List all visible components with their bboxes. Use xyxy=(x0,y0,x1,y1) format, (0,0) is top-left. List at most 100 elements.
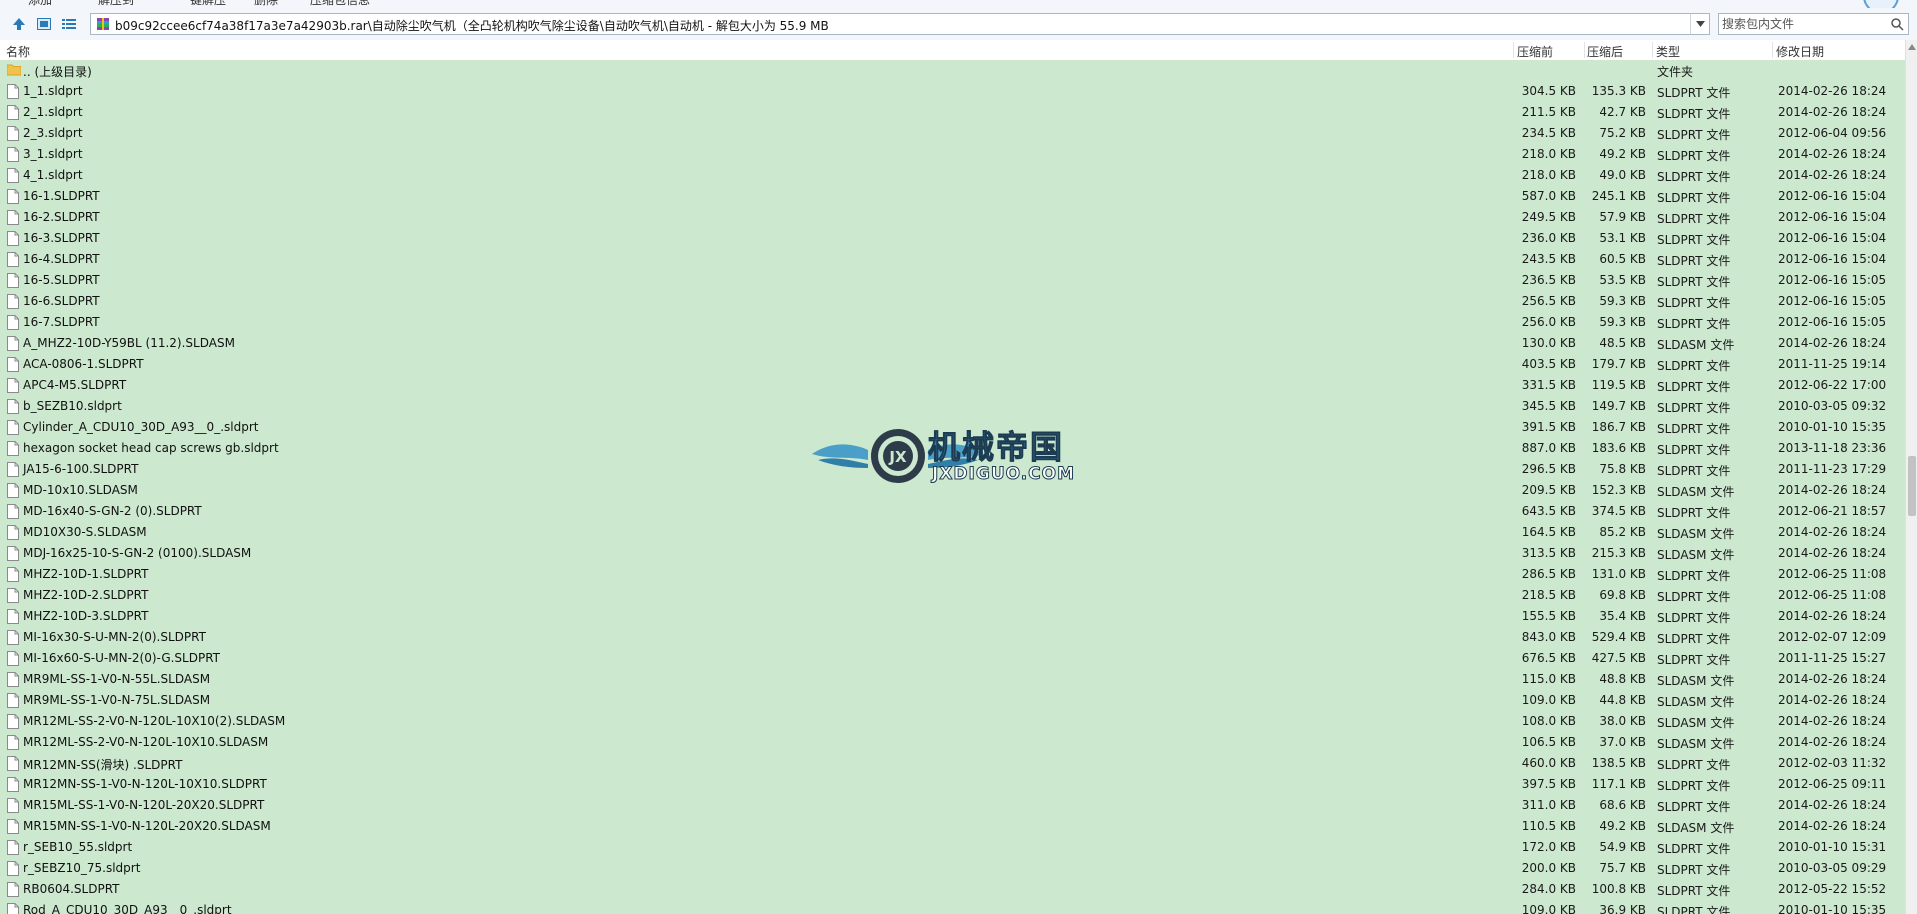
search-input[interactable] xyxy=(1722,16,1887,32)
packed-size: 249.5 KB xyxy=(1521,210,1576,224)
modified-date: 2014-02-26 18:24 xyxy=(1778,336,1887,350)
list-item[interactable]: A_MHZ2-10D-Y59BL (11.2).SLDASM 130.0 KB 48… xyxy=(0,333,1905,354)
file-type: SLDPRT 文件 xyxy=(1657,464,1731,478)
avatar[interactable] xyxy=(1863,0,1899,8)
compressed-size: 48.5 KB xyxy=(1599,336,1646,350)
modified-date: 2014-02-26 18:24 xyxy=(1778,105,1887,119)
search-icon[interactable] xyxy=(1890,17,1904,31)
toolbar-archive-info-button[interactable]: 压缩包信息 xyxy=(310,0,370,8)
address-bar[interactable]: b09c92ccee6cf74a38f17a3e7a42903b.rar\自动除… xyxy=(90,13,1710,35)
scrollbar-thumb[interactable] xyxy=(1908,456,1916,516)
list-item[interactable]: .. (上级目录) 文件夹 xyxy=(0,60,1905,81)
chevron-down-icon[interactable] xyxy=(1690,14,1709,34)
file-type: SLDPRT 文件 xyxy=(1657,317,1731,331)
toolbar-one-click-extract-button[interactable]: 一键解压 xyxy=(178,0,226,8)
file-type: SLDASM 文件 xyxy=(1657,695,1735,709)
toolbar-extract-to-button[interactable]: 解压到 xyxy=(98,0,134,8)
file-icon xyxy=(7,399,19,414)
list-item[interactable]: 16-2.SLDPRT 249.5 KB 57.9 KB SLDPRT 文件 2012-… xyxy=(0,207,1905,228)
compressed-size: 53.5 KB xyxy=(1599,273,1646,287)
list-item[interactable]: 4_1.sldprt 218.0 KB 49.0 KB SLDPRT 文件 2014-0… xyxy=(0,165,1905,186)
modified-date: 2010-01-10 15:35 xyxy=(1778,903,1887,914)
list-item[interactable]: MHZ2-10D-3.SLDPRT 155.5 KB 35.4 KB SLDPRT 文… xyxy=(0,606,1905,627)
file-type: SLDASM 文件 xyxy=(1657,548,1735,562)
file-type: SLDPRT 文件 xyxy=(1657,632,1731,646)
list-item[interactable]: MD-16x40-S-GN-2 (0).SLDPRT 643.5 KB 374.5 … xyxy=(0,501,1905,522)
up-arrow-icon[interactable] xyxy=(8,13,30,35)
modified-date: 2010-01-10 15:31 xyxy=(1778,840,1887,854)
column-header-type[interactable]: 类型 xyxy=(1656,43,1680,60)
packed-size: 106.5 KB xyxy=(1521,735,1576,749)
thumbnail-view-icon[interactable] xyxy=(33,13,55,35)
packed-size: 109.0 KB xyxy=(1521,693,1576,707)
compressed-size: 427.5 KB xyxy=(1591,651,1646,665)
list-item[interactable]: MR12MN-SS(滑块) .SLDPRT 460.0 KB 138.5 KB SLD… xyxy=(0,753,1905,774)
column-header-modified-date[interactable]: 修改日期 xyxy=(1776,43,1824,60)
list-view-icon[interactable] xyxy=(58,13,80,35)
list-item[interactable]: MI-16x30-S-U-MN-2(0).SLDPRT 843.0 KB 529.4… xyxy=(0,627,1905,648)
list-item[interactable]: b_SEZB10.sldprt 345.5 KB 149.7 KB SLDPRT 文件… xyxy=(0,396,1905,417)
vertical-scrollbar[interactable] xyxy=(1905,40,1917,914)
list-item[interactable]: MD10X30-S.SLDASM 164.5 KB 85.2 KB SLDASM 文件… xyxy=(0,522,1905,543)
list-item[interactable]: MR15ML-SS-1-V0-N-120L-20X20.SLDPRT 311.0 … xyxy=(0,795,1905,816)
file-name: 2_1.sldprt xyxy=(23,105,83,119)
compressed-size: 60.5 KB xyxy=(1599,252,1646,266)
list-item[interactable]: 16-1.SLDPRT 587.0 KB 245.1 KB SLDPRT 文件 2012… xyxy=(0,186,1905,207)
list-item[interactable]: APC4-M5.SLDPRT 331.5 KB 119.5 KB SLDPRT 文件 2… xyxy=(0,375,1905,396)
compressed-size: 75.2 KB xyxy=(1599,126,1646,140)
compressed-size: 186.7 KB xyxy=(1591,420,1646,434)
compressed-size: 152.3 KB xyxy=(1591,483,1646,497)
list-item[interactable]: 1_1.sldprt 304.5 KB 135.3 KB SLDPRT 文件 2014-… xyxy=(0,81,1905,102)
packed-size: 843.0 KB xyxy=(1521,630,1576,644)
list-item[interactable]: ACA-0806-1.SLDPRT 403.5 KB 179.7 KB SLDPRT … xyxy=(0,354,1905,375)
list-item[interactable]: 16-3.SLDPRT 236.0 KB 53.1 KB SLDPRT 文件 2012-… xyxy=(0,228,1905,249)
modified-date: 2014-02-26 18:24 xyxy=(1778,819,1887,833)
modified-date: 2012-06-16 15:04 xyxy=(1778,252,1887,266)
modified-date: 2014-02-26 18:24 xyxy=(1778,168,1887,182)
list-item[interactable]: MR9ML-SS-1-V0-N-75L.SLDASM 109.0 KB 44.8 K… xyxy=(0,690,1905,711)
file-icon xyxy=(7,504,19,519)
file-name: MR12MN-SS-1-V0-N-120L-10X10.SLDPRT xyxy=(23,777,267,791)
list-item[interactable]: MHZ2-10D-1.SLDPRT 286.5 KB 131.0 KB SLDPRT … xyxy=(0,564,1905,585)
file-type: SLDASM 文件 xyxy=(1657,716,1735,730)
list-item[interactable]: Rod_A_CDU10_30D_A93__0_.sldprt 109.0 KB 36… xyxy=(0,900,1905,914)
compressed-size: 75.8 KB xyxy=(1599,462,1646,476)
list-item[interactable]: 16-6.SLDPRT 256.5 KB 59.3 KB SLDPRT 文件 2012-… xyxy=(0,291,1905,312)
file-type: SLDPRT 文件 xyxy=(1657,359,1731,373)
list-item[interactable]: 3_1.sldprt 218.0 KB 49.2 KB SLDPRT 文件 2014-0… xyxy=(0,144,1905,165)
list-item[interactable]: MR12MN-SS-1-V0-N-120L-10X10.SLDPRT 397.5 … xyxy=(0,774,1905,795)
list-item[interactable]: MI-16x60-S-U-MN-2(0)-G.SLDPRT 676.5 KB 427… xyxy=(0,648,1905,669)
toolbar-delete-button[interactable]: 删除 xyxy=(254,0,278,8)
file-name: 16-5.SLDPRT xyxy=(23,273,100,287)
column-header-packed-size[interactable]: 压缩前 xyxy=(1517,43,1553,60)
compressed-size: 68.6 KB xyxy=(1599,798,1646,812)
compressed-size: 135.3 KB xyxy=(1591,84,1646,98)
list-item[interactable]: MR12ML-SS-2-V0-N-120L-10X10(2).SLDASM 108… xyxy=(0,711,1905,732)
list-item[interactable]: 16-4.SLDPRT 243.5 KB 60.5 KB SLDPRT 文件 2012-… xyxy=(0,249,1905,270)
list-item[interactable]: 2_1.sldprt 211.5 KB 42.7 KB SLDPRT 文件 2014-0… xyxy=(0,102,1905,123)
list-item[interactable]: MR12ML-SS-2-V0-N-120L-10X10.SLDASM 106.5 … xyxy=(0,732,1905,753)
list-item[interactable]: 16-7.SLDPRT 256.0 KB 59.3 KB SLDPRT 文件 2012-… xyxy=(0,312,1905,333)
list-item[interactable]: 2_3.sldprt 234.5 KB 75.2 KB SLDPRT 文件 2012-0… xyxy=(0,123,1905,144)
list-item[interactable]: MDJ-16x25-10-S-GN-2 (0100).SLDASM 313.5 K… xyxy=(0,543,1905,564)
list-item[interactable]: MR15MN-SS-1-V0-N-120L-20X20.SLDASM 110.5 … xyxy=(0,816,1905,837)
scroll-up-icon[interactable] xyxy=(1908,44,1916,50)
column-header-name[interactable]: 名称 xyxy=(6,43,30,60)
file-type: SLDPRT 文件 xyxy=(1657,128,1731,142)
search-field[interactable] xyxy=(1718,13,1909,35)
file-icon xyxy=(7,483,19,498)
file-icon xyxy=(7,357,19,372)
file-icon xyxy=(7,231,19,246)
file-icon xyxy=(7,630,19,645)
list-item[interactable]: 16-5.SLDPRT 236.5 KB 53.5 KB SLDPRT 文件 2012-… xyxy=(0,270,1905,291)
list-item[interactable]: MHZ2-10D-2.SLDPRT 218.5 KB 69.8 KB SLDPRT 文… xyxy=(0,585,1905,606)
list-item[interactable]: r_SEB10_55.sldprt 172.0 KB 54.9 KB SLDPRT 文… xyxy=(0,837,1905,858)
toolbar-add-button[interactable]: 添加 xyxy=(28,0,52,8)
compressed-size: 75.7 KB xyxy=(1599,861,1646,875)
list-item[interactable]: r_SEBZ10_75.sldprt 200.0 KB 75.7 KB SLDPRT … xyxy=(0,858,1905,879)
list-item[interactable]: RB0604.SLDPRT 284.0 KB 100.8 KB SLDPRT 文件 20… xyxy=(0,879,1905,900)
column-header-compressed-size[interactable]: 压缩后 xyxy=(1587,43,1623,60)
compressed-size: 37.0 KB xyxy=(1599,735,1646,749)
packed-size: 256.5 KB xyxy=(1521,294,1576,308)
list-item[interactable]: MR9ML-SS-1-V0-N-55L.SLDASM 115.0 KB 48.8 K… xyxy=(0,669,1905,690)
